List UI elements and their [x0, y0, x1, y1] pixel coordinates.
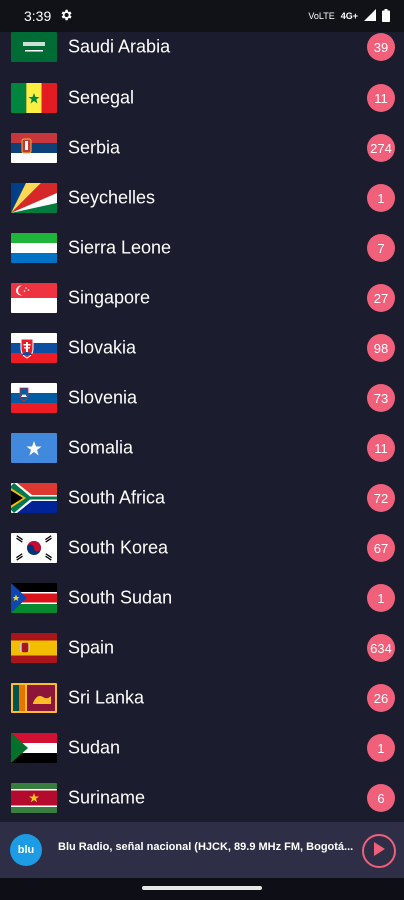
station-count-badge: 27	[367, 284, 395, 312]
flag-saudi-arabia-icon	[11, 32, 57, 62]
station-count-badge: 39	[367, 33, 395, 61]
station-count-badge: 634	[367, 634, 395, 662]
country-row[interactable]: Sierra Leone 7	[0, 223, 404, 273]
country-name: Seychelles	[68, 187, 156, 208]
country-row[interactable]: South Sudan 1	[0, 573, 404, 623]
flag-south-korea-icon	[11, 533, 57, 563]
country-row[interactable]: Somalia 11	[0, 423, 404, 473]
country-row[interactable]: Slovakia 98	[0, 323, 404, 373]
station-count-badge: 1	[367, 584, 395, 612]
country-name: Sri Lanka	[68, 687, 145, 708]
flag-slovenia-icon	[11, 383, 57, 413]
country-name: Sudan	[68, 737, 121, 758]
country-row[interactable]: Seychelles 1	[0, 173, 404, 223]
country-name: South Sudan	[68, 587, 173, 608]
volte-label: VoLTE	[308, 11, 335, 21]
country-name: Saudi Arabia	[68, 36, 171, 57]
station-count-badge: 11	[367, 84, 395, 112]
play-button[interactable]	[362, 834, 396, 868]
station-count-badge: 98	[367, 334, 395, 362]
flag-spain-icon	[11, 633, 57, 663]
station-count-badge: 1	[367, 184, 395, 212]
flag-south-sudan-icon	[11, 583, 57, 613]
country-name: Slovakia	[68, 337, 137, 358]
signal-icon	[364, 9, 376, 23]
country-name: South Korea	[68, 537, 169, 558]
gear-icon	[59, 8, 73, 25]
flag-slovakia-icon	[11, 333, 57, 363]
flag-singapore-icon	[11, 283, 57, 313]
country-list[interactable]: Saudi Arabia 39 Senegal 11 Serbia 274 Se…	[0, 22, 404, 820]
country-row[interactable]: Spain 634	[0, 623, 404, 673]
flag-south-africa-icon	[11, 483, 57, 513]
home-gesture-pill[interactable]	[142, 886, 262, 890]
status-bar: 3:39 VoLTE 4G+	[0, 0, 404, 32]
country-name: Serbia	[68, 137, 121, 158]
flag-seychelles-icon	[11, 183, 57, 213]
country-row[interactable]: Slovenia 73	[0, 373, 404, 423]
station-count-badge: 72	[367, 484, 395, 512]
station-title[interactable]: Blu Radio, señal nacional (HJCK, 89.9 MH…	[58, 841, 358, 853]
country-row[interactable]: Singapore 27	[0, 273, 404, 323]
flag-suriname-icon	[11, 783, 57, 813]
flag-sudan-icon	[11, 733, 57, 763]
flag-serbia-icon	[11, 133, 57, 163]
country-row[interactable]: Sri Lanka 26	[0, 673, 404, 723]
country-row[interactable]: South Korea 67	[0, 523, 404, 573]
status-time: 3:39	[24, 8, 52, 24]
country-row[interactable]: South Africa 72	[0, 473, 404, 523]
station-logo-text: blu	[17, 844, 35, 856]
country-name: Suriname	[68, 787, 146, 808]
station-count-badge: 11	[367, 434, 395, 462]
battery-icon	[382, 8, 390, 24]
station-count-badge: 1	[367, 734, 395, 762]
flag-senegal-icon	[11, 83, 57, 113]
country-name: Sierra Leone	[68, 237, 172, 258]
station-count-badge: 274	[367, 134, 395, 162]
country-row[interactable]: Senegal 11	[0, 73, 404, 123]
country-row[interactable]: Serbia 274	[0, 123, 404, 173]
station-count-badge: 67	[367, 534, 395, 562]
flag-somalia-icon	[11, 433, 57, 463]
country-row[interactable]: Sudan 1	[0, 723, 404, 773]
system-nav-bar	[0, 878, 404, 900]
station-count-badge: 26	[367, 684, 395, 712]
station-count-badge: 7	[367, 234, 395, 262]
flag-sri-lanka-icon	[11, 683, 57, 713]
country-row[interactable]: Suriname 6	[0, 773, 404, 820]
flag-sierra-leone-icon	[11, 233, 57, 263]
station-count-badge: 73	[367, 384, 395, 412]
station-logo[interactable]: blu	[10, 834, 42, 866]
network-label: 4G+	[340, 11, 358, 21]
country-name: Singapore	[68, 287, 151, 308]
now-playing-bar[interactable]: blu Blu Radio, señal nacional (HJCK, 89.…	[0, 822, 404, 878]
country-name: Spain	[68, 637, 115, 658]
play-icon	[372, 841, 386, 862]
station-count-badge: 6	[367, 784, 395, 812]
country-name: South Africa	[68, 487, 166, 508]
country-name: Senegal	[68, 87, 135, 108]
country-name: Somalia	[68, 437, 134, 458]
country-name: Slovenia	[68, 387, 138, 408]
